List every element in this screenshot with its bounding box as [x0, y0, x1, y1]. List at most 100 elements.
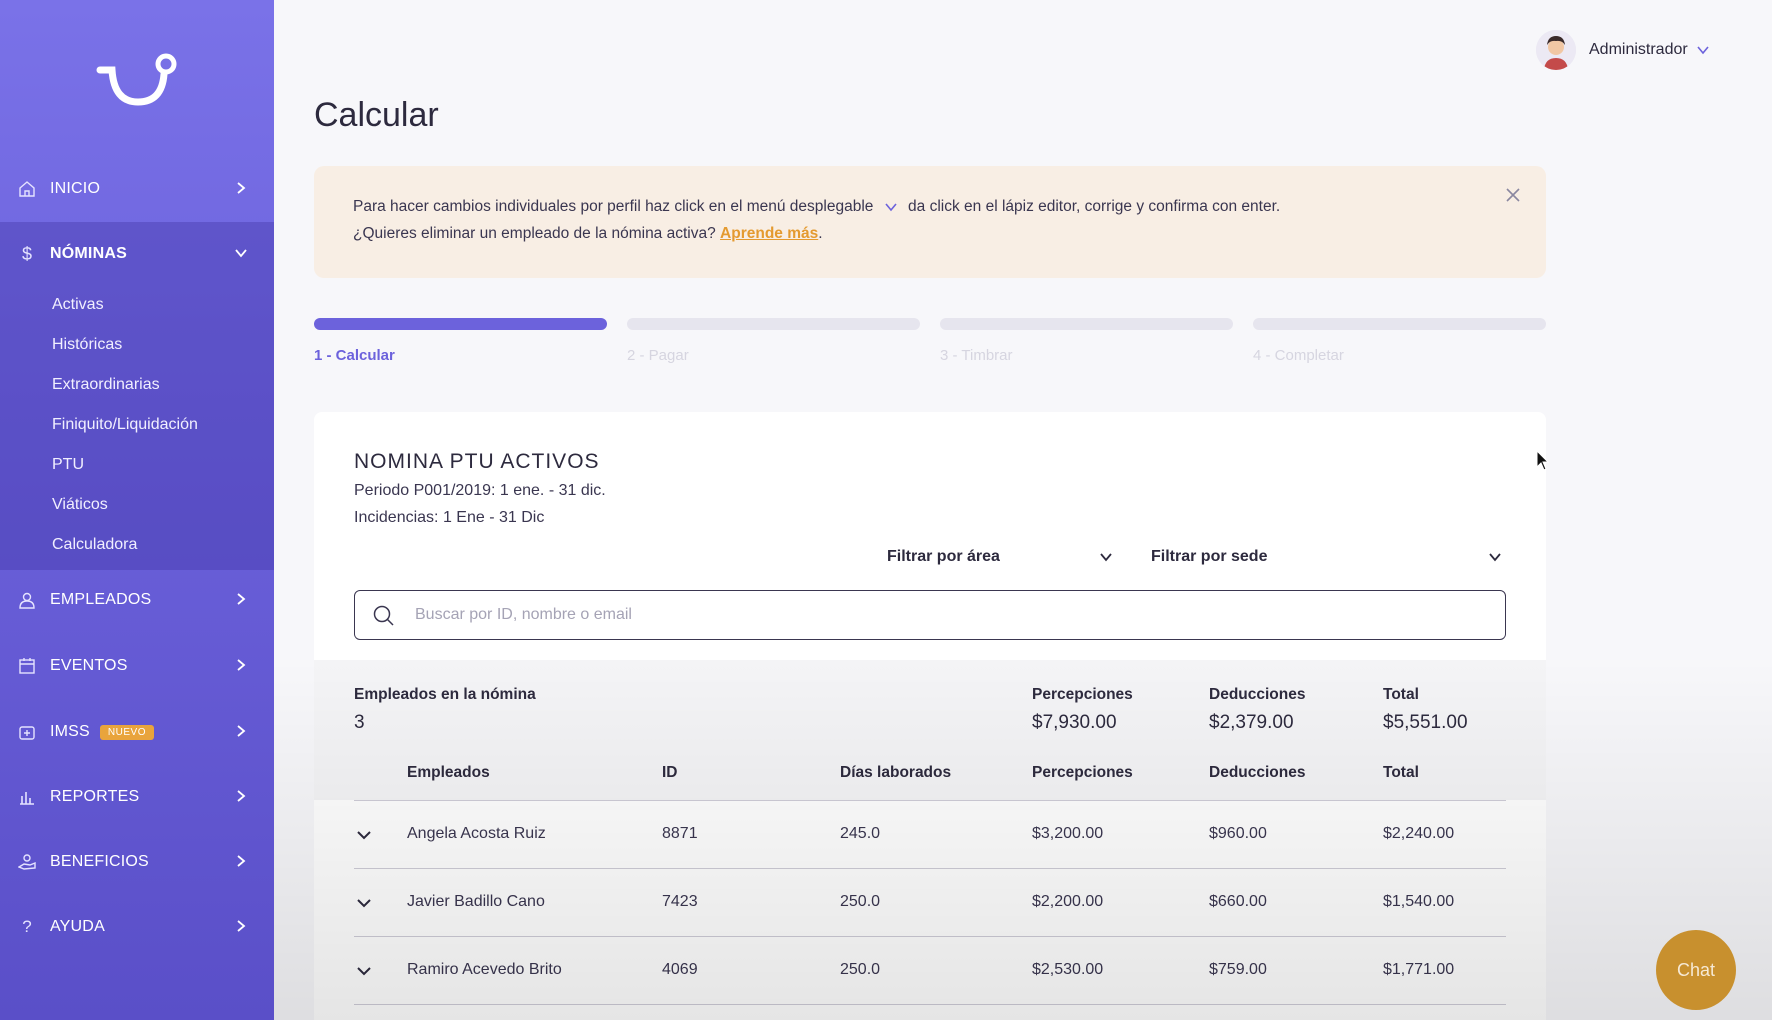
dollar-icon: $	[21, 243, 32, 264]
table-header: Empleados ID Días laborados Percepciones…	[314, 744, 1546, 800]
search-icon	[373, 605, 394, 626]
chevron-right-icon	[237, 182, 246, 194]
cell-deducciones: $660.00	[1209, 893, 1267, 910]
cell-total: $1,540.00	[1383, 893, 1455, 910]
column-header[interactable]: Días laborados	[840, 764, 951, 782]
step-pagar[interactable]: 2 - Pagar	[627, 318, 920, 364]
chevron-down-icon[interactable]	[356, 827, 372, 843]
banner-line-2: ¿Quieres eliminar un empleado de la nómi…	[353, 225, 823, 243]
banner-text: Para hacer cambios individuales por perf…	[353, 198, 874, 215]
cell-percepciones: $2,200.00	[1032, 893, 1104, 910]
cell-deducciones: $759.00	[1209, 961, 1267, 978]
cell-name: Javier Badillo Cano	[407, 893, 545, 910]
column-header[interactable]: Total	[1383, 764, 1419, 782]
step-label: 1 - Calcular	[314, 347, 395, 364]
avatar	[1536, 30, 1576, 70]
nav-label: IMSS	[50, 723, 90, 740]
sidebar: INICIO $ NÓMINAS Activas Históricas Extr…	[0, 0, 274, 1020]
nav-item-ayuda[interactable]: ? AYUDA	[0, 895, 274, 959]
chat-button[interactable]: Chat	[1656, 930, 1736, 1010]
cell-percepciones: $2,530.00	[1032, 961, 1104, 978]
nav-item-eventos[interactable]: EVENTOS	[0, 634, 274, 698]
search-input[interactable]	[415, 603, 1475, 627]
brand-logo-icon[interactable]	[94, 52, 180, 114]
subnav-finiquito[interactable]: Finiquito/Liquidación	[52, 416, 198, 434]
hand-icon	[17, 852, 37, 872]
user-icon	[17, 590, 37, 610]
calendar-icon	[17, 656, 37, 676]
summary-empleados-value: 3	[354, 712, 365, 733]
chevron-down-icon	[1489, 553, 1501, 562]
step-bar	[1253, 318, 1546, 330]
nav-label: REPORTES	[50, 788, 140, 805]
step-timbrar[interactable]: 3 - Timbrar	[940, 318, 1233, 364]
chevron-right-icon	[237, 593, 246, 605]
chevron-down-icon[interactable]	[356, 963, 372, 979]
step-label: 2 - Pagar	[627, 347, 689, 364]
user-menu[interactable]: Administrador	[1536, 30, 1710, 70]
chevron-down-icon	[235, 249, 247, 258]
step-calcular[interactable]: 1 - Calcular	[314, 318, 607, 364]
chart-icon	[17, 787, 37, 807]
cell-deducciones: $960.00	[1209, 825, 1267, 842]
summary-deducciones-label: Deducciones	[1209, 686, 1306, 703]
cell-dias: 245.0	[840, 825, 881, 842]
banner-text: .	[818, 225, 823, 242]
cell-percepciones: $3,200.00	[1032, 825, 1104, 842]
page-title: Calcular	[314, 96, 439, 134]
nav-item-imss[interactable]: IMSS NUEVO	[0, 700, 274, 764]
chevron-right-icon	[237, 855, 246, 867]
chevron-right-icon	[237, 725, 246, 737]
step-bar	[627, 318, 920, 330]
nav-label: INICIO	[50, 180, 101, 197]
column-header[interactable]: Empleados	[407, 764, 490, 782]
step-label: 4 - Completar	[1253, 347, 1344, 364]
column-header[interactable]: ID	[662, 764, 678, 782]
subnav-activas[interactable]: Activas	[52, 296, 104, 314]
summary-deducciones-value: $2,379.00	[1209, 712, 1294, 733]
filter-sede-select[interactable]: Filtrar por sede	[1151, 548, 1506, 566]
step-bar	[314, 318, 607, 330]
filter-label: Filtrar por área	[887, 548, 1000, 565]
close-icon[interactable]	[1504, 186, 1522, 204]
nav-label: EMPLEADOS	[50, 591, 152, 608]
column-header[interactable]: Deducciones	[1209, 764, 1305, 782]
subnav-ptu[interactable]: PTU	[52, 456, 84, 474]
nav-label: AYUDA	[50, 918, 105, 935]
chevron-right-icon	[237, 659, 246, 671]
payroll-period: Periodo P001/2019: 1 ene. - 31 dic.	[354, 482, 606, 499]
table-row[interactable]: Angela Acosta Ruiz 8871 245.0 $3,200.00 …	[314, 801, 1546, 868]
nav-label: BENEFICIOS	[50, 853, 149, 870]
nav-item-reportes[interactable]: REPORTES	[0, 765, 274, 829]
nav-item-empleados[interactable]: EMPLEADOS	[0, 568, 274, 632]
column-header[interactable]: Percepciones	[1032, 764, 1133, 782]
cell-dias: 250.0	[840, 893, 881, 910]
nominas-submenu: Activas Históricas Extraordinarias Finiq…	[0, 286, 274, 570]
cell-name: Angela Acosta Ruiz	[407, 825, 546, 842]
subnav-historicas[interactable]: Históricas	[52, 336, 122, 354]
summary-percepciones-value: $7,930.00	[1032, 712, 1117, 733]
table-row[interactable]: Ramiro Acevedo Brito 4069 250.0 $2,530.0…	[314, 937, 1546, 1004]
payroll-summary: Empleados en la nómina 3 Percepciones $7…	[314, 660, 1546, 744]
chevron-down-icon[interactable]	[356, 895, 372, 911]
banner-line-1: Para hacer cambios individuales por perf…	[353, 198, 1280, 216]
table-row[interactable]: Javier Badillo Cano 7423 250.0 $2,200.00…	[314, 869, 1546, 936]
payroll-card: NOMINA PTU ACTIVOS Periodo P001/2019: 1 …	[314, 412, 1546, 1020]
cell-name: Ramiro Acevedo Brito	[407, 961, 562, 978]
subnav-extraordinarias[interactable]: Extraordinarias	[52, 376, 160, 394]
step-completar[interactable]: 4 - Completar	[1253, 318, 1546, 364]
cell-id: 4069	[662, 961, 698, 978]
payroll-title: NOMINA PTU ACTIVOS	[354, 450, 600, 473]
nav-item-nominas[interactable]: $ NÓMINAS	[0, 222, 274, 286]
nav-label: EVENTOS	[50, 657, 128, 674]
filter-area-select[interactable]: Filtrar por área	[887, 548, 1117, 566]
learn-more-link[interactable]: Aprende más	[720, 225, 818, 242]
nav-item-beneficios[interactable]: BENEFICIOS	[0, 830, 274, 894]
cell-total: $1,771.00	[1383, 961, 1455, 978]
new-badge: NUEVO	[99, 724, 154, 740]
subnav-viaticos[interactable]: Viáticos	[52, 496, 108, 514]
subnav-calculadora[interactable]: Calculadora	[52, 536, 137, 554]
nav-item-inicio[interactable]: INICIO	[0, 157, 274, 221]
banner-text: ¿Quieres eliminar un empleado de la nómi…	[353, 225, 716, 242]
payroll-incidencias: Incidencias: 1 Ene - 31 Dic	[354, 509, 545, 526]
